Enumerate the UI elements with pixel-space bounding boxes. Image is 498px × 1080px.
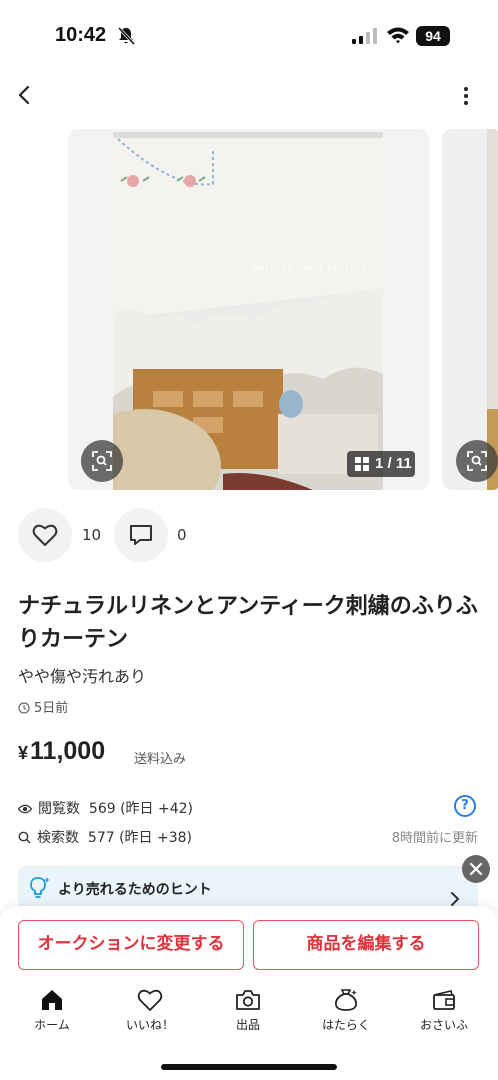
posted-time-text: 5日前 xyxy=(34,701,69,716)
camera-icon xyxy=(236,990,260,1010)
tab-work[interactable]: はたらく xyxy=(306,988,386,1033)
like-button[interactable] xyxy=(18,508,72,562)
heart-icon xyxy=(137,989,163,1011)
status-bar: 10:42 94 xyxy=(0,0,498,74)
updated-time: 8時間前に更新 xyxy=(391,831,478,846)
close-hint-button[interactable] xyxy=(462,855,490,883)
lightbulb-icon xyxy=(30,877,51,898)
battery-indicator: 94 xyxy=(416,26,450,46)
shipping-note: 送料込み xyxy=(134,752,187,767)
eye-icon xyxy=(17,804,33,814)
item-photo-card[interactable] xyxy=(68,129,429,490)
bell-muted-icon xyxy=(117,26,136,46)
tab-home-label: ホーム xyxy=(34,1018,70,1032)
tab-sell[interactable]: 出品 xyxy=(208,988,288,1033)
back-icon[interactable] xyxy=(12,82,38,108)
grid-icon xyxy=(355,457,369,471)
more-options-icon[interactable] xyxy=(458,84,474,108)
tab-work-label: はたらく xyxy=(322,1018,370,1032)
edit-item-button[interactable]: 商品を編集する xyxy=(253,920,479,970)
comment-button[interactable] xyxy=(114,508,168,562)
image-search-button[interactable] xyxy=(81,440,123,482)
searches-label: 検索数 xyxy=(37,830,79,846)
views-label: 閲覧数 xyxy=(38,801,80,817)
help-icon[interactable]: ? xyxy=(454,795,476,817)
comment-count: 0 xyxy=(177,526,187,544)
next-photo xyxy=(487,129,498,490)
home-indicator xyxy=(161,1064,337,1070)
tab-wallet-label: おさいふ xyxy=(419,1018,468,1032)
views-stat: 閲覧数 569 (昨日 +42) xyxy=(17,798,193,818)
price-value: 11,000 xyxy=(30,737,106,765)
item-title: ナチュラルリネンとアンティーク刺繍のふりふりカーテン xyxy=(18,594,478,652)
tab-likes-label: いいね！ xyxy=(125,1018,174,1032)
item-photo xyxy=(113,129,383,490)
signal-icon xyxy=(352,28,377,44)
like-count: 10 xyxy=(82,526,102,544)
tab-home[interactable]: ホーム xyxy=(12,988,92,1033)
price-symbol: ¥ xyxy=(18,743,29,763)
close-icon xyxy=(469,862,483,876)
photo-counter[interactable]: 1 / 11 xyxy=(347,451,415,477)
searches-value: 577 (昨日 +38) xyxy=(87,830,192,846)
item-condition: やや傷や汚れあり xyxy=(18,667,147,686)
views-value: 569 (昨日 +42) xyxy=(88,801,193,817)
heart-icon xyxy=(32,524,58,546)
tab-sell-label: 出品 xyxy=(235,1018,260,1032)
photo-counter-text: 1 / 11 xyxy=(375,455,412,472)
search-icon xyxy=(18,831,31,844)
change-to-auction-button[interactable]: オークションに変更する xyxy=(18,920,244,970)
money-bag-icon xyxy=(335,989,357,1011)
home-icon xyxy=(42,990,62,1010)
tab-likes[interactable]: いいね！ xyxy=(110,988,190,1033)
lens-icon xyxy=(467,451,487,471)
clock-icon xyxy=(18,702,30,714)
photo-caption: natural linen curtain xyxy=(252,263,368,273)
wifi-icon xyxy=(387,27,409,44)
searches-stat: 検索数 577 (昨日 +38) xyxy=(18,827,192,847)
hint-text: より売れるためのヒント xyxy=(58,882,212,898)
next-photo-card[interactable] xyxy=(442,129,498,490)
posted-time: 5日前 xyxy=(18,697,68,716)
item-price: ¥11,000 xyxy=(18,737,105,766)
tab-wallet[interactable]: おさいふ xyxy=(404,988,484,1033)
image-search-button-next[interactable] xyxy=(456,440,498,482)
wallet-icon xyxy=(433,990,455,1010)
comment-icon xyxy=(130,525,152,545)
status-time: 10:42 xyxy=(55,24,107,46)
lens-icon xyxy=(92,451,112,471)
